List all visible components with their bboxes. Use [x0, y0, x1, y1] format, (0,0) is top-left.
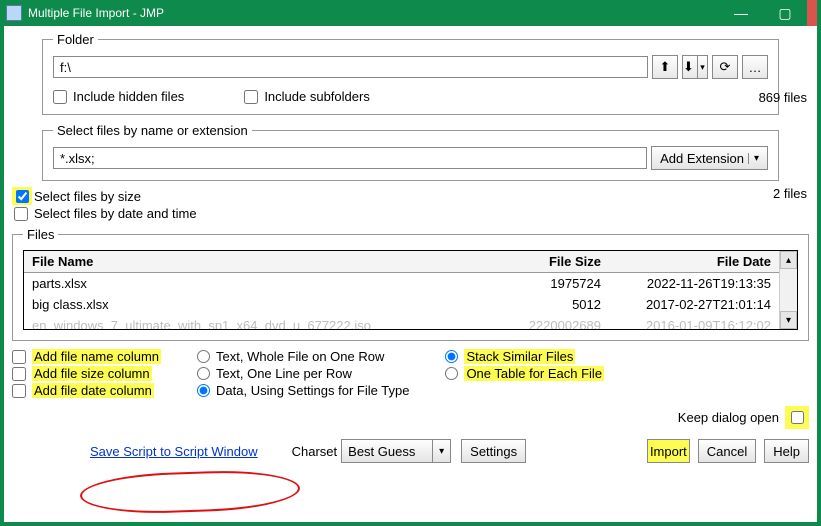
- data-settings-radio[interactable]: Data, Using Settings for File Type: [197, 383, 409, 398]
- settings-button[interactable]: Settings: [461, 439, 526, 463]
- folder-files-count: 869 files: [759, 90, 807, 105]
- cancel-label: Cancel: [707, 444, 747, 459]
- col-header-date[interactable]: File Date: [609, 251, 779, 272]
- include-subfolders-checkbox[interactable]: Include subfolders: [244, 89, 370, 104]
- charset-value: Best Guess: [348, 444, 415, 459]
- include-subfolders-label: Include subfolders: [264, 89, 370, 104]
- text-whole-file-radio[interactable]: Text, Whole File on One Row: [197, 349, 409, 364]
- import-button[interactable]: Import: [647, 439, 690, 463]
- cell-size: 2220002689: [479, 315, 609, 329]
- minimize-button[interactable]: —: [719, 0, 763, 26]
- extension-pattern-input[interactable]: [53, 147, 647, 169]
- folder-up-button[interactable]: ⬆: [652, 55, 678, 79]
- col-header-name[interactable]: File Name: [24, 251, 479, 272]
- chevron-down-icon: ▾: [432, 440, 450, 462]
- stack-similar-radio[interactable]: Stack Similar Files: [445, 349, 604, 364]
- cell-date: 2016-01-09T16:12:02: [609, 315, 779, 329]
- app-icon: [6, 5, 22, 21]
- extension-files-count: 2 files: [773, 186, 807, 201]
- cell-size: 1975724: [479, 273, 609, 294]
- add-filedate-col-label: Add file date column: [32, 383, 154, 398]
- text-one-line-label: Text, One Line per Row: [216, 366, 352, 381]
- one-table-each-label: One Table for Each File: [464, 366, 604, 381]
- select-by-date-label: Select files by date and time: [34, 206, 197, 221]
- cell-date: 2017-02-27T21:01:14: [609, 294, 779, 315]
- add-filesize-col-label: Add file size column: [32, 366, 152, 381]
- folder-legend: Folder: [53, 32, 98, 47]
- add-extension-label: Add Extension: [660, 151, 744, 166]
- include-hidden-label: Include hidden files: [73, 89, 184, 104]
- select-by-date-checkbox[interactable]: Select files by date and time: [14, 206, 809, 221]
- folder-path-input[interactable]: [53, 56, 648, 78]
- col-header-size[interactable]: File Size: [479, 251, 609, 272]
- files-group: Files File Name File Size File Date part…: [12, 227, 809, 341]
- keep-dialog-checkbox[interactable]: [785, 406, 809, 429]
- keep-dialog-label: Keep dialog open: [678, 410, 779, 425]
- cell-name: parts.xlsx: [24, 273, 479, 294]
- refresh-button[interactable]: ⟳: [712, 55, 738, 79]
- help-button[interactable]: Help: [764, 439, 809, 463]
- add-filename-col-label: Add file name column: [32, 349, 161, 364]
- add-filename-col-checkbox[interactable]: Add file name column: [12, 349, 161, 364]
- maximize-button[interactable]: ▢: [763, 0, 807, 26]
- extension-group: Select files by name or extension Add Ex…: [42, 123, 779, 181]
- extension-legend: Select files by name or extension: [53, 123, 252, 138]
- settings-label: Settings: [470, 444, 517, 459]
- scroll-up-icon[interactable]: ▴: [780, 251, 797, 269]
- help-label: Help: [773, 444, 800, 459]
- table-row[interactable]: big class.xlsx 5012 2017-02-27T21:01:14: [24, 294, 779, 315]
- dialog-window: Multiple File Import - JMP — ▢ Folder ⬆ …: [0, 0, 821, 526]
- files-table-header: File Name File Size File Date: [24, 251, 779, 273]
- charset-label: Charset: [292, 444, 338, 459]
- data-settings-label: Data, Using Settings for File Type: [216, 383, 409, 398]
- dialog-content: Folder ⬆ ⬇▾ ⟳ … Include hidden files Inc…: [4, 26, 817, 522]
- files-legend: Files: [23, 227, 58, 242]
- cancel-button[interactable]: Cancel: [698, 439, 756, 463]
- table-row[interactable]: parts.xlsx 1975724 2022-11-26T19:13:35: [24, 273, 779, 294]
- folder-down-button[interactable]: ⬇▾: [682, 55, 708, 79]
- save-script-link[interactable]: Save Script to Script Window: [90, 444, 258, 459]
- extension-enable-checkbox[interactable]: [12, 187, 32, 205]
- scroll-down-icon[interactable]: ▾: [780, 311, 797, 329]
- cell-size: 5012: [479, 294, 609, 315]
- window-title: Multiple File Import - JMP: [28, 6, 719, 20]
- browse-button[interactable]: …: [742, 55, 768, 79]
- one-table-each-radio[interactable]: One Table for Each File: [445, 366, 604, 381]
- files-table: File Name File Size File Date parts.xlsx…: [23, 250, 798, 330]
- add-filesize-col-checkbox[interactable]: Add file size column: [12, 366, 161, 381]
- cell-date: 2022-11-26T19:13:35: [609, 273, 779, 294]
- select-by-size-checkbox[interactable]: Select files by size: [14, 189, 809, 204]
- cell-name: en_windows_7_ultimate_with_sp1_x64_dvd_u…: [24, 315, 479, 329]
- annotation-circle: [79, 468, 300, 516]
- table-row[interactable]: en_windows_7_ultimate_with_sp1_x64_dvd_u…: [24, 315, 779, 329]
- add-filedate-col-checkbox[interactable]: Add file date column: [12, 383, 161, 398]
- scrollbar[interactable]: ▴ ▾: [779, 251, 797, 329]
- folder-group: Folder ⬆ ⬇▾ ⟳ … Include hidden files Inc…: [42, 32, 779, 115]
- close-button[interactable]: [807, 0, 817, 26]
- select-by-size-label: Select files by size: [34, 189, 141, 204]
- cell-name: big class.xlsx: [24, 294, 479, 315]
- charset-select[interactable]: Best Guess ▾: [341, 439, 451, 463]
- text-whole-file-label: Text, Whole File on One Row: [216, 349, 384, 364]
- import-label: Import: [650, 444, 687, 459]
- titlebar: Multiple File Import - JMP — ▢: [0, 0, 821, 26]
- stack-similar-label: Stack Similar Files: [464, 349, 575, 364]
- include-hidden-checkbox[interactable]: Include hidden files: [53, 89, 184, 104]
- add-extension-button[interactable]: Add Extension ▾: [651, 146, 768, 170]
- text-one-line-radio[interactable]: Text, One Line per Row: [197, 366, 409, 381]
